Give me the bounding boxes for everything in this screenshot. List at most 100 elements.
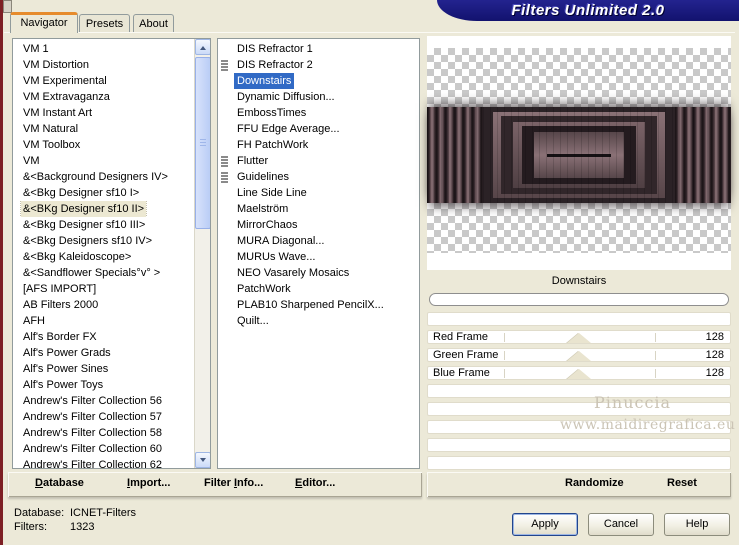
filter-item[interactable]: PatchWork: [218, 281, 419, 297]
scrollbar-down-button[interactable]: [195, 452, 210, 468]
filter-item[interactable]: DIS Refractor 1: [218, 41, 419, 57]
filter-item[interactable]: Maelström: [218, 201, 419, 217]
status-filters-value: 1323: [70, 521, 95, 533]
category-item[interactable]: VM Natural: [13, 121, 192, 137]
category-item[interactable]: VM: [13, 153, 192, 169]
category-item[interactable]: AB Filters 2000: [13, 297, 192, 313]
category-item[interactable]: VM Toolbox: [13, 137, 192, 153]
category-item[interactable]: VM Instant Art: [13, 105, 192, 121]
category-item[interactable]: Andrew's Filter Collection 60: [13, 441, 192, 457]
preset-marker-icon: [221, 172, 228, 183]
slider-tick: [654, 351, 656, 360]
category-item[interactable]: Alf's Power Grads: [13, 345, 192, 361]
category-item[interactable]: Andrew's Filter Collection 57: [13, 409, 192, 425]
filters-unlimited-dialog: Filters Unlimited 2.0 Navigator Presets …: [0, 0, 739, 545]
empty-slider-row: [427, 402, 731, 416]
category-item-selected[interactable]: &<BKg Designer sf10 II>: [13, 201, 192, 217]
filter-item[interactable]: MirrorChaos: [218, 217, 419, 233]
menu-database[interactable]: Database: [35, 477, 84, 489]
title-banner: Filters Unlimited 2.0: [437, 0, 739, 21]
status-filters-label: Filters:: [14, 521, 47, 533]
filter-item[interactable]: Line Side Line: [218, 185, 419, 201]
preset-marker-icon: [221, 156, 228, 167]
filter-item[interactable]: Flutter: [218, 153, 419, 169]
empty-slider-row: [427, 456, 731, 470]
tab-baseline: [4, 32, 735, 33]
category-item[interactable]: Andrew's Filter Collection 58: [13, 425, 192, 441]
slider-value: 128: [705, 349, 724, 361]
effect-columns-right: [675, 107, 731, 203]
category-item[interactable]: AFH: [13, 313, 192, 329]
slider-tick: [503, 351, 505, 360]
menu-editor[interactable]: Editor...: [295, 477, 335, 489]
filter-item[interactable]: NEO Vasarely Mosaics: [218, 265, 419, 281]
effect-center-line: [547, 153, 611, 157]
category-item[interactable]: &<Background Designers IV>: [13, 169, 192, 185]
slider-tick: [503, 333, 505, 342]
tab-about[interactable]: About: [133, 14, 174, 33]
category-item[interactable]: Alf's Power Toys: [13, 377, 192, 393]
status-database: Database: ICNET-Filters: [14, 507, 136, 519]
empty-slider-row: [427, 384, 731, 398]
category-item[interactable]: VM Distortion: [13, 57, 192, 73]
category-scrollbar[interactable]: [194, 39, 210, 468]
filter-item[interactable]: Guidelines: [218, 169, 419, 185]
menu-bar-right: Randomize Reset: [427, 472, 731, 497]
category-item[interactable]: Andrew's Filter Collection 56: [13, 393, 192, 409]
help-button[interactable]: Help: [664, 513, 730, 536]
slider-red-frame[interactable]: Red Frame 128: [427, 330, 731, 344]
menu-bar-left: Database Import... Filter Info... Editor…: [8, 472, 422, 497]
slider-thumb[interactable]: [567, 369, 591, 379]
slider-thumb[interactable]: [567, 351, 591, 361]
menu-filter-info[interactable]: Filter Info...: [204, 477, 263, 489]
category-item[interactable]: [AFS IMPORT]: [13, 281, 192, 297]
filter-item[interactable]: PLAB10 Sharpened PencilX...: [218, 297, 419, 313]
slider-blue-frame[interactable]: Blue Frame 128: [427, 366, 731, 380]
scrollbar-thumb[interactable]: [195, 57, 210, 229]
tab-navigator[interactable]: Navigator: [10, 12, 78, 33]
category-item[interactable]: Alf's Border FX: [13, 329, 192, 345]
filter-effect-band: [427, 107, 731, 203]
category-item[interactable]: &<Bkg Designer sf10 I>: [13, 185, 192, 201]
filter-list[interactable]: DIS Refractor 1 DIS Refractor 2 Downstai…: [217, 38, 420, 469]
filter-item[interactable]: Dynamic Diffusion...: [218, 89, 419, 105]
slider-thumb[interactable]: [567, 333, 591, 343]
progress-bar: [429, 293, 729, 306]
chevron-up-icon: [200, 43, 206, 50]
effect-columns-left: [427, 107, 483, 203]
filter-item[interactable]: MURUs Wave...: [218, 249, 419, 265]
filter-item[interactable]: EmbossTimes: [218, 105, 419, 121]
app-title: Filters Unlimited 2.0: [511, 2, 665, 19]
preview-image: [427, 36, 731, 270]
slider-value: 128: [705, 367, 724, 379]
slider-green-frame[interactable]: Green Frame 128: [427, 348, 731, 362]
menu-import[interactable]: Import...: [127, 477, 170, 489]
filter-item[interactable]: FFU Edge Average...: [218, 121, 419, 137]
menu-randomize[interactable]: Randomize: [565, 477, 624, 489]
filter-item[interactable]: MURA Diagonal...: [218, 233, 419, 249]
category-item[interactable]: &<Bkg Kaleidoscope>: [13, 249, 192, 265]
apply-button[interactable]: Apply: [512, 513, 578, 536]
cancel-button[interactable]: Cancel: [588, 513, 654, 536]
category-item[interactable]: Andrew's Filter Collection 62: [13, 457, 192, 468]
scrollbar-up-button[interactable]: [195, 39, 210, 55]
filter-item[interactable]: DIS Refractor 2: [218, 57, 419, 73]
menu-reset[interactable]: Reset: [667, 477, 697, 489]
slider-label: Blue Frame: [433, 367, 490, 379]
filter-item[interactable]: Quilt...: [218, 313, 419, 329]
category-item[interactable]: &<Bkg Designers sf10 IV>: [13, 233, 192, 249]
filter-item-selected[interactable]: Downstairs: [218, 73, 419, 89]
filter-item[interactable]: FH PatchWork: [218, 137, 419, 153]
category-item[interactable]: Alf's Power Sines: [13, 361, 192, 377]
category-list[interactable]: VM 1 VM Distortion VM Experimental VM Ex…: [12, 38, 211, 469]
category-item[interactable]: VM Experimental: [13, 73, 192, 89]
category-item[interactable]: VM Extravaganza: [13, 89, 192, 105]
category-item[interactable]: &<Bkg Designer sf10 III>: [13, 217, 192, 233]
background-fragment: [3, 0, 12, 13]
effect-nested-frames: [483, 107, 675, 203]
empty-slider-row: [427, 312, 731, 326]
tab-presets[interactable]: Presets: [79, 14, 130, 33]
category-item[interactable]: &<Sandflower Specials°v° >: [13, 265, 192, 281]
category-item[interactable]: VM 1: [13, 41, 192, 57]
slider-value: 128: [705, 331, 724, 343]
